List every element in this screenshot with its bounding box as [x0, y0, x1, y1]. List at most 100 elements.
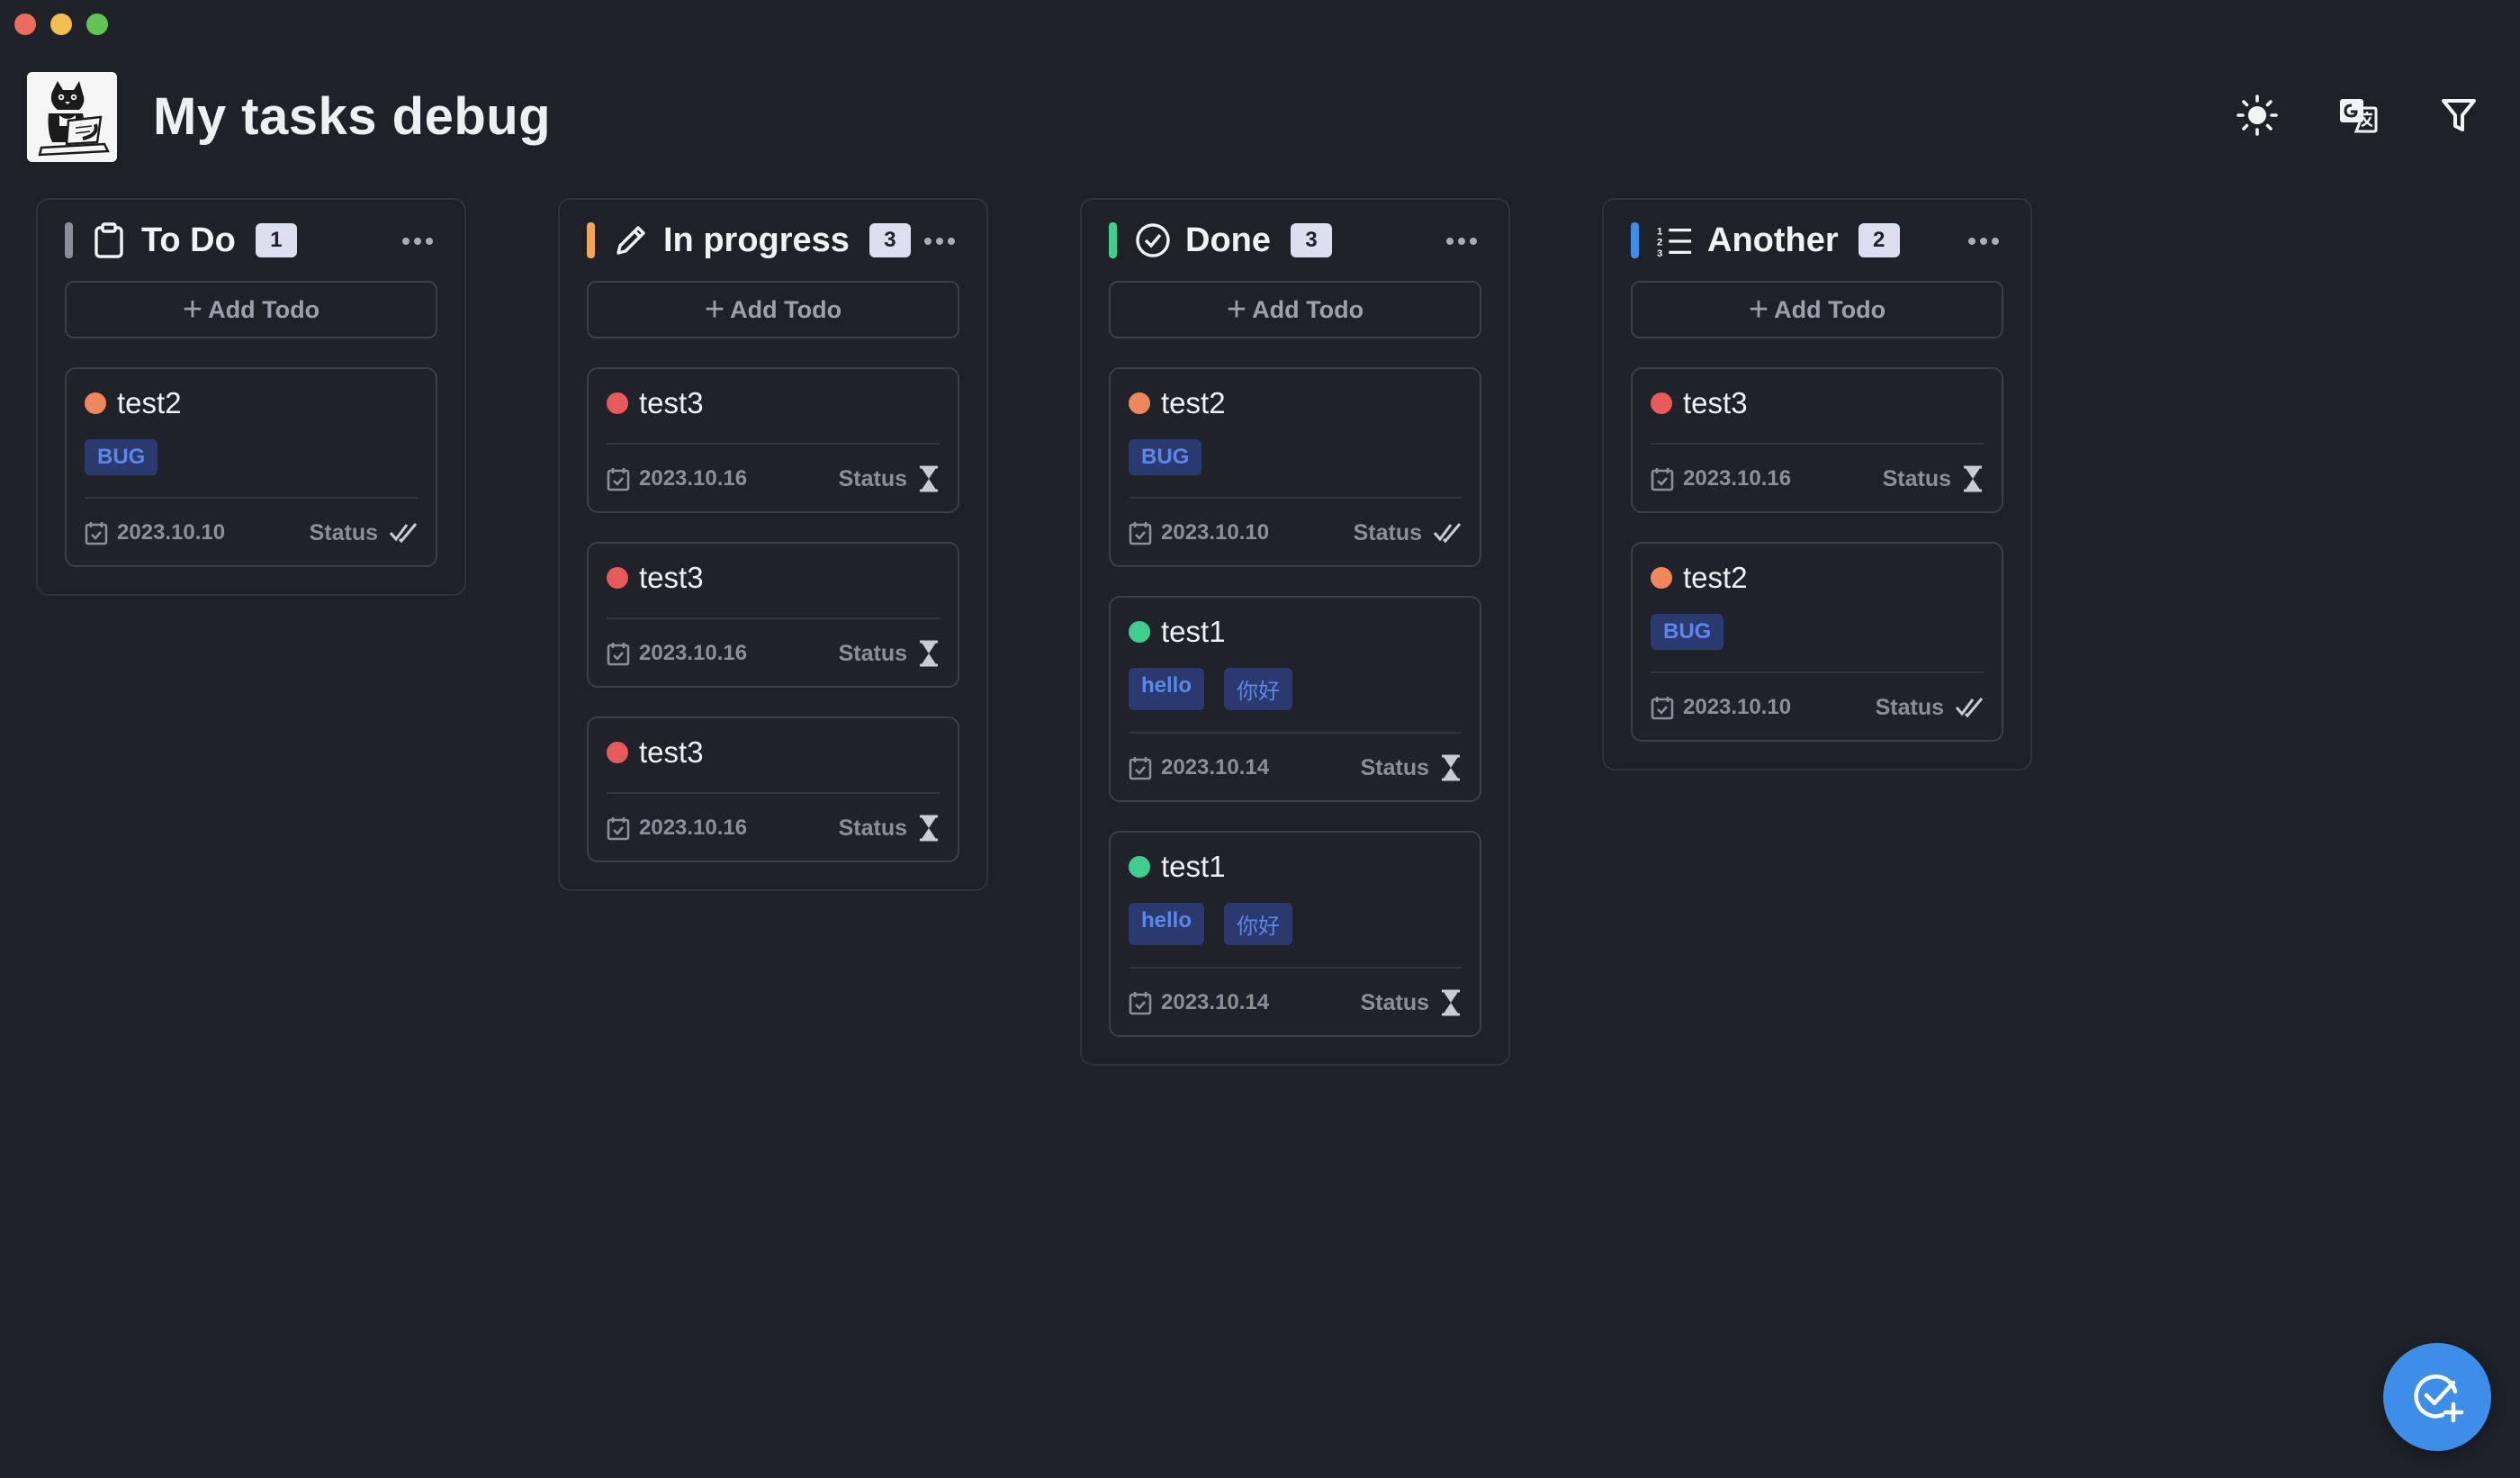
task-card[interactable]: test3 2023.10.16 Status	[1631, 367, 2003, 513]
check-circle-icon	[1135, 222, 1171, 258]
task-status[interactable]: Status	[1876, 695, 1984, 721]
add-task-icon	[2414, 1374, 2464, 1423]
task-title: test3	[1683, 386, 1748, 419]
task-status[interactable]: Status	[839, 465, 940, 492]
svg-text:1: 1	[1657, 226, 1663, 237]
app-window: My tasks debug To Do 1 + Add Todo test2 …	[0, 0, 2520, 1478]
task-tag[interactable]: hello	[1129, 668, 1205, 710]
pencil-icon	[613, 222, 649, 258]
task-title: test1	[1161, 615, 1226, 648]
double-check-icon	[1433, 523, 1462, 544]
task-date: 2023.10.16	[1683, 466, 1792, 491]
sun-icon	[2236, 95, 2278, 136]
add-todo-button[interactable]: + Add Todo	[65, 281, 437, 338]
task-card[interactable]: test3 2023.10.16 Status	[587, 542, 959, 688]
task-status[interactable]: Status	[1361, 754, 1462, 781]
column-more-button[interactable]	[1964, 221, 2003, 261]
priority-dot	[1129, 392, 1150, 414]
theme-toggle-button[interactable]	[2232, 90, 2282, 140]
task-tag[interactable]: 你好	[1224, 903, 1293, 945]
add-todo-button[interactable]: + Add Todo	[1109, 281, 1481, 338]
close-window-button[interactable]	[14, 14, 36, 35]
task-date: 2023.10.10	[1161, 520, 1270, 545]
status-label: Status	[1353, 519, 1422, 545]
clipboard-icon	[91, 222, 127, 258]
hourglass-icon	[920, 815, 938, 842]
task-card[interactable]: test3 2023.10.16 Status	[587, 367, 959, 513]
task-title: test2	[1161, 386, 1226, 419]
task-card[interactable]: test2 BUG 2023.10.10 Status	[65, 367, 437, 567]
hourglass-icon	[1442, 989, 1460, 1016]
task-status[interactable]: Status	[1883, 465, 1984, 492]
task-card[interactable]: test2 BUG 2023.10.10 Status	[1109, 367, 1481, 567]
column-another: 1 2 3 Another 2 + Add Todo test3 2023.10…	[1602, 198, 2032, 771]
translate-button[interactable]	[2333, 90, 2383, 140]
task-title: test3	[639, 735, 704, 769]
task-tag[interactable]: BUG	[1651, 614, 1724, 650]
filter-button[interactable]	[2434, 90, 2484, 140]
plus-icon: +	[1748, 291, 1769, 329]
task-tag[interactable]: BUG	[1129, 439, 1202, 475]
numbered-list-icon: 1 2 3	[1657, 222, 1693, 258]
maximize-window-button[interactable]	[86, 14, 108, 35]
task-status[interactable]: Status	[839, 815, 940, 842]
divider	[1129, 967, 1462, 969]
task-status[interactable]: Status	[1361, 989, 1462, 1016]
add-task-fab[interactable]	[2383, 1343, 2491, 1451]
plus-icon: +	[1226, 291, 1247, 329]
priority-dot	[1129, 621, 1150, 643]
column-count-badge: 3	[868, 223, 911, 257]
double-check-icon	[1955, 698, 1984, 718]
task-card[interactable]: test1 hello 你好 2023.10.14 Status	[1109, 831, 1481, 1037]
column-count-badge: 1	[255, 223, 297, 257]
column-color-bar	[65, 222, 73, 258]
task-tag[interactable]: BUG	[85, 439, 158, 475]
column-color-bar	[587, 222, 595, 258]
column-title: To Do	[141, 221, 236, 259]
column-more-button[interactable]	[398, 221, 437, 261]
task-status[interactable]: Status	[1354, 520, 1462, 546]
priority-dot	[1129, 856, 1150, 878]
more-icon	[1968, 238, 1999, 245]
task-status[interactable]: Status	[839, 640, 940, 667]
divider	[607, 617, 940, 619]
calendar-check-icon	[1129, 757, 1152, 780]
calendar-check-icon	[607, 817, 630, 841]
add-todo-button[interactable]: + Add Todo	[1631, 281, 2003, 338]
divider	[1651, 671, 1984, 673]
task-date: 2023.10.10	[1683, 695, 1792, 719]
task-title: test2	[117, 386, 182, 419]
calendar-check-icon	[607, 468, 630, 491]
page-title: My tasks debug	[153, 87, 552, 146]
plus-icon: +	[182, 291, 203, 329]
column-title: In progress	[663, 221, 850, 259]
hourglass-icon	[920, 640, 938, 667]
add-todo-label: Add Todo	[208, 295, 320, 323]
column-more-button[interactable]	[1442, 221, 1481, 261]
window-controls	[14, 14, 108, 35]
add-todo-label: Add Todo	[730, 295, 842, 323]
divider	[85, 497, 418, 499]
column-done: Done 3 + Add Todo test2 BUG 2023.10.10 S…	[1080, 198, 1510, 1066]
divider	[1129, 732, 1462, 734]
column-color-bar	[1109, 222, 1117, 258]
task-date: 2023.10.16	[639, 641, 748, 665]
task-status[interactable]: Status	[310, 520, 418, 546]
task-tag[interactable]: hello	[1129, 903, 1205, 945]
priority-dot	[607, 392, 628, 414]
column-more-button[interactable]	[920, 221, 959, 261]
task-card[interactable]: test3 2023.10.16 Status	[587, 716, 959, 862]
column-header: To Do 1	[65, 200, 437, 281]
task-tag[interactable]: 你好	[1224, 668, 1293, 710]
column-title: Done	[1185, 221, 1271, 259]
more-icon	[402, 238, 433, 245]
column-header: 1 2 3 Another 2	[1631, 200, 2003, 281]
add-todo-button[interactable]: + Add Todo	[587, 281, 959, 338]
priority-dot	[85, 392, 106, 414]
task-card[interactable]: test1 hello 你好 2023.10.14 Status	[1109, 596, 1481, 802]
task-card[interactable]: test2 BUG 2023.10.10 Status	[1631, 542, 2003, 742]
task-title: test2	[1683, 561, 1748, 594]
minimize-window-button[interactable]	[50, 14, 72, 35]
more-icon	[924, 238, 955, 245]
calendar-check-icon	[1651, 468, 1674, 491]
